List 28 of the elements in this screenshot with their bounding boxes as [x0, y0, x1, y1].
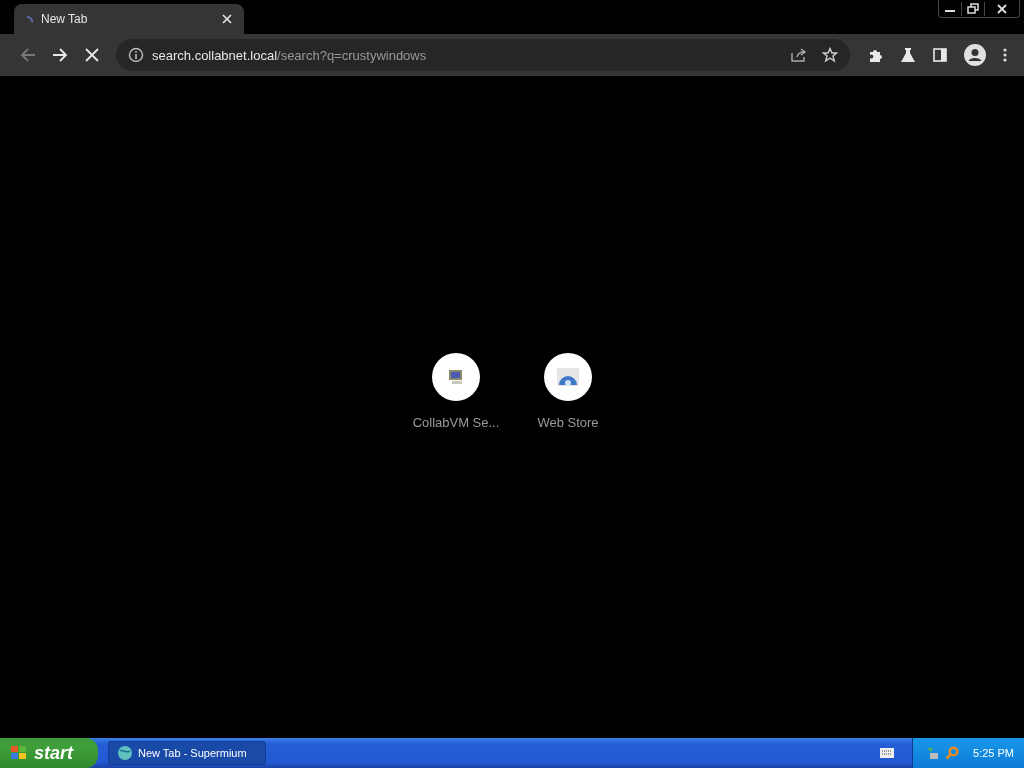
- stop-icon[interactable]: [84, 47, 100, 63]
- web-store-icon: [555, 366, 581, 387]
- computer-icon: [447, 367, 465, 386]
- browser-tab[interactable]: New Tab: [14, 4, 244, 34]
- keyboard-icon[interactable]: [880, 748, 895, 758]
- url-text: search.collabnet.local/search?q=crustywindows: [152, 47, 427, 63]
- share-icon[interactable]: [790, 47, 808, 63]
- side-panel-icon[interactable]: [932, 47, 948, 63]
- profile-avatar-icon[interactable]: [964, 44, 986, 66]
- shortcut-label: CollabVM Se...: [412, 414, 500, 430]
- tab-title: New Tab: [41, 12, 89, 26]
- shortcut-tile[interactable]: CollabVM Se...: [410, 352, 502, 430]
- flask-icon[interactable]: [900, 47, 916, 63]
- taskbar-button[interactable]: New Tab - Supermium: [108, 741, 266, 765]
- shortcut-tile[interactable]: Web Store: [522, 352, 614, 430]
- address-bar[interactable]: search.collabnet.local/search?q=crustywindows: [116, 39, 850, 71]
- forward-icon[interactable]: [52, 47, 68, 63]
- info-icon[interactable]: [128, 47, 144, 63]
- clock: 5:25 PM: [973, 747, 1014, 759]
- windows-logo-icon: [10, 745, 28, 761]
- shortcut-label: Web Store: [537, 414, 599, 430]
- start-button[interactable]: start: [0, 738, 98, 768]
- globe-icon: [117, 745, 133, 761]
- close-icon[interactable]: [222, 14, 232, 24]
- star-icon[interactable]: [822, 47, 838, 63]
- menu-icon[interactable]: [1002, 47, 1008, 63]
- back-icon[interactable]: [20, 47, 36, 63]
- puzzle-piece-icon[interactable]: [868, 47, 884, 63]
